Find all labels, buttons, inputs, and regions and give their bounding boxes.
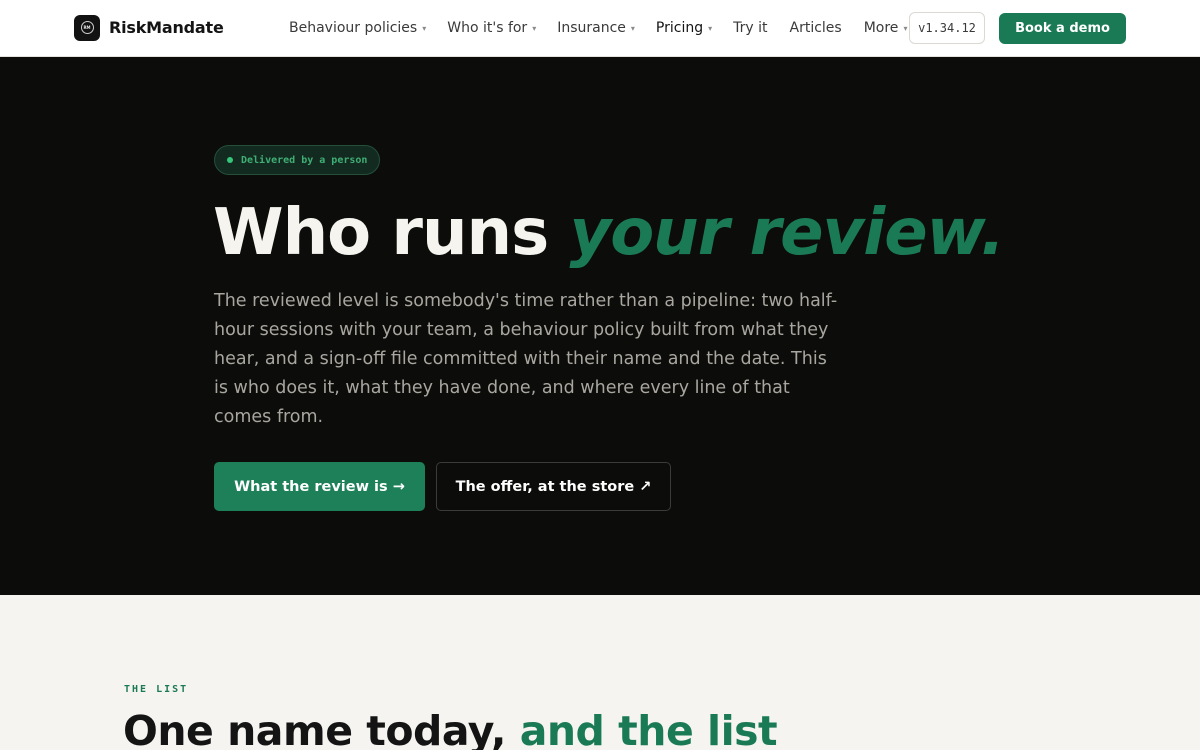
nav-item-pricing[interactable]: Pricing ▾ [656, 20, 712, 36]
nav-item-who-its-for[interactable]: Who it's for ▾ [447, 20, 536, 36]
nav-item-label: Insurance [557, 20, 626, 36]
nav-item-try-it[interactable]: Try it [733, 20, 767, 36]
delivered-badge: Delivered by a person [214, 145, 381, 175]
section-title-accent: and the list [519, 707, 778, 750]
status-dot-icon [227, 157, 233, 163]
brand-logo-link[interactable]: RM RiskMandate [74, 14, 224, 41]
brand-logo-icon: RM [74, 14, 100, 41]
chevron-down-icon: ▾ [708, 23, 713, 33]
offer-at-store-button[interactable]: The offer, at the store ↗ [436, 462, 671, 511]
version-badge[interactable]: v1.34.12 [909, 12, 985, 44]
nav-item-insurance[interactable]: Insurance ▾ [557, 20, 635, 36]
nav-item-behaviour-policies[interactable]: Behaviour policies ▾ [289, 20, 426, 36]
nav-item-label: Pricing [655, 20, 704, 36]
chevron-down-icon: ▾ [903, 23, 908, 33]
chevron-down-icon: ▾ [630, 23, 635, 33]
hero-title-accent: your review. [569, 196, 1004, 270]
hero-title: Who runs your review. [213, 195, 1005, 271]
nav-item-label: Behaviour policies [289, 20, 418, 36]
what-the-review-is-button[interactable]: What the review is → [214, 462, 425, 511]
section-title-plain: One name today, [123, 707, 506, 750]
nav-item-label: Articles [789, 20, 842, 36]
main-menu: Behaviour policies ▾ Who it's for ▾ Insu… [289, 0, 907, 56]
nav-item-label: Try it [733, 20, 768, 36]
section-title: One name today, and the list [123, 705, 778, 750]
chevron-down-icon: ▾ [532, 23, 537, 33]
hero-description: The reviewed level is somebody's time ra… [214, 291, 838, 427]
chevron-down-icon: ▾ [422, 23, 427, 33]
delivered-badge-text: Delivered by a person [241, 154, 368, 166]
section-eyebrow: THE LIST [124, 684, 189, 695]
brand-logo-mark: RM [80, 21, 94, 34]
nav-item-articles[interactable]: Articles [790, 20, 842, 36]
hero-section: Delivered by a person Who runs your revi… [0, 57, 1200, 595]
nav-item-label: More [863, 20, 899, 36]
book-demo-button[interactable]: Book a demo [999, 13, 1126, 44]
nav-item-label: Who it's for [447, 20, 528, 36]
list-section: THE LIST One name today, and the list [0, 595, 1200, 750]
hero-title-plain: Who runs [213, 196, 549, 270]
top-nav: RM RiskMandate Behaviour policies ▾ Who … [0, 0, 1200, 57]
nav-item-more[interactable]: More ▾ [864, 20, 908, 36]
brand-name: RiskMandate [109, 18, 224, 37]
